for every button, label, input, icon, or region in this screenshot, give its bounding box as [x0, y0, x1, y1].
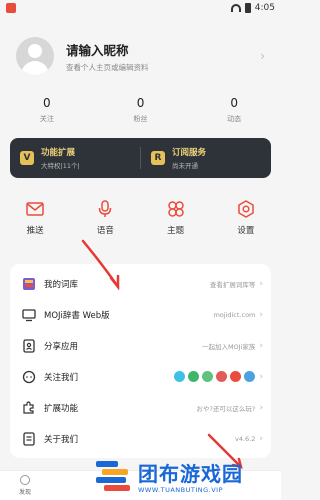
feature-extension-title: 功能扩展 — [41, 148, 76, 158]
info-icon — [22, 431, 36, 446]
menu-web-version[interactable]: MOJi辞書 Web版 mojidict.com › — [10, 299, 271, 330]
voice-label: 语音 — [96, 226, 114, 236]
bilibili-icon[interactable] — [230, 371, 242, 382]
battery-icon — [244, 3, 251, 13]
feature-extension-sub: 大特权|11个| — [41, 162, 80, 170]
feature-extension-card[interactable]: V 功能扩展 大特权|11个| — [10, 146, 140, 170]
vip-icon: V — [20, 151, 34, 165]
profile-header[interactable]: 请输入昵称 查看个人主页或编辑资料 › — [0, 16, 281, 82]
mail-icon — [26, 200, 44, 218]
stat-value: 0 — [230, 96, 238, 110]
wifi-icon — [230, 4, 241, 12]
stat-label: 粉丝 — [133, 115, 148, 123]
stat-value: 0 — [43, 96, 51, 110]
push-label: 推送 — [26, 226, 44, 236]
menu-hint: mojidict.com — [213, 310, 256, 319]
chevron-right-icon: › — [259, 309, 263, 320]
weibo-icon[interactable] — [216, 371, 228, 382]
subscription-sub: 尚未开通 — [172, 162, 198, 170]
chat-icon — [22, 370, 36, 384]
monitor-icon — [22, 308, 36, 322]
gear-icon — [237, 200, 255, 218]
subscription-title: 订阅服务 — [172, 148, 207, 158]
subscription-card[interactable]: R 订阅服务 尚未开通 — [141, 146, 271, 170]
settings-button[interactable]: 设置 — [211, 200, 281, 256]
stat-followers[interactable]: 0 粉丝 — [94, 96, 188, 124]
menu-extensions[interactable]: 扩展功能 おや?还可以这么玩? › — [10, 392, 271, 423]
stat-value: 0 — [136, 96, 145, 110]
nav-discover[interactable]: 发现 — [0, 475, 50, 496]
puzzle-icon — [22, 400, 36, 415]
profile-subtitle: 查看个人主页或编辑资料 — [66, 62, 149, 72]
menu-follow-us[interactable]: 关注我们 › — [10, 361, 271, 392]
stat-posts[interactable]: 0 动态 — [187, 96, 281, 124]
menu-hint: 一起加入MOJi家族 — [201, 342, 256, 351]
avatar[interactable] — [16, 37, 54, 75]
chevron-right-icon: › — [259, 340, 263, 351]
menu-label: 分享应用 — [44, 341, 79, 352]
chevron-right-icon: › — [259, 433, 263, 444]
stat-label: 动态 — [227, 115, 242, 123]
twitter-icon[interactable] — [244, 371, 256, 382]
social-links — [174, 371, 256, 382]
compass-icon — [20, 475, 30, 485]
watermark: 团布游戏园 WWW.TUANBUTING.VIP — [96, 458, 243, 494]
app-notification-icon — [6, 3, 16, 13]
qq-icon[interactable] — [174, 371, 186, 382]
wechat-icon[interactable] — [188, 371, 200, 382]
menu-share-app[interactable]: 分享应用 一起加入MOJi家族 › — [10, 330, 271, 361]
menu-hint: おや?还可以这么玩? — [196, 404, 256, 413]
quick-actions: 推送 语音 主题 设置 — [0, 178, 281, 256]
menu-label: 扩展功能 — [44, 403, 79, 414]
clover-icon — [167, 200, 185, 218]
share-icon — [22, 338, 36, 353]
chevron-right-icon: › — [259, 371, 263, 382]
stat-following[interactable]: 0 关注 — [0, 96, 94, 124]
menu-label: 我的词库 — [44, 279, 79, 290]
watermark-text: 团布游戏园 — [138, 462, 243, 486]
chevron-right-icon: › — [260, 49, 265, 63]
status-bar: 4:05 — [0, 0, 281, 16]
chevron-right-icon: › — [259, 402, 263, 413]
line-icon[interactable] — [202, 371, 214, 382]
menu-label: 关注我们 — [44, 372, 79, 383]
push-button[interactable]: 推送 — [0, 200, 70, 256]
clock: 4:05 — [254, 3, 275, 13]
chevron-right-icon: › — [259, 278, 263, 289]
nickname-prompt: 请输入昵称 — [66, 42, 129, 58]
stat-label: 关注 — [39, 115, 54, 123]
watermark-logo-icon — [96, 461, 132, 491]
mic-icon — [98, 200, 112, 218]
settings-label: 设置 — [237, 226, 255, 236]
annotation-arrow-icon — [81, 239, 120, 290]
watermark-url: WWW.TUANBUTING.VIP — [138, 486, 223, 494]
nav-label: 发现 — [18, 489, 31, 496]
theme-button[interactable]: 主题 — [141, 200, 211, 256]
theme-label: 主题 — [167, 226, 185, 236]
stats-row: 0 关注 0 粉丝 0 动态 — [0, 82, 281, 124]
subscription-icon: R — [151, 151, 165, 165]
book-icon — [22, 277, 36, 291]
menu-hint: 查看扩展词库等 — [209, 280, 256, 289]
promo-banner: V 功能扩展 大特权|11个| R 订阅服务 尚未开通 — [10, 138, 271, 178]
menu-label: MOJi辞書 Web版 — [44, 310, 110, 321]
menu-list: 我的词库 查看扩展词库等 › MOJi辞書 Web版 mojidict.com … — [10, 264, 271, 458]
menu-my-vocab[interactable]: 我的词库 查看扩展词库等 › — [10, 268, 271, 299]
